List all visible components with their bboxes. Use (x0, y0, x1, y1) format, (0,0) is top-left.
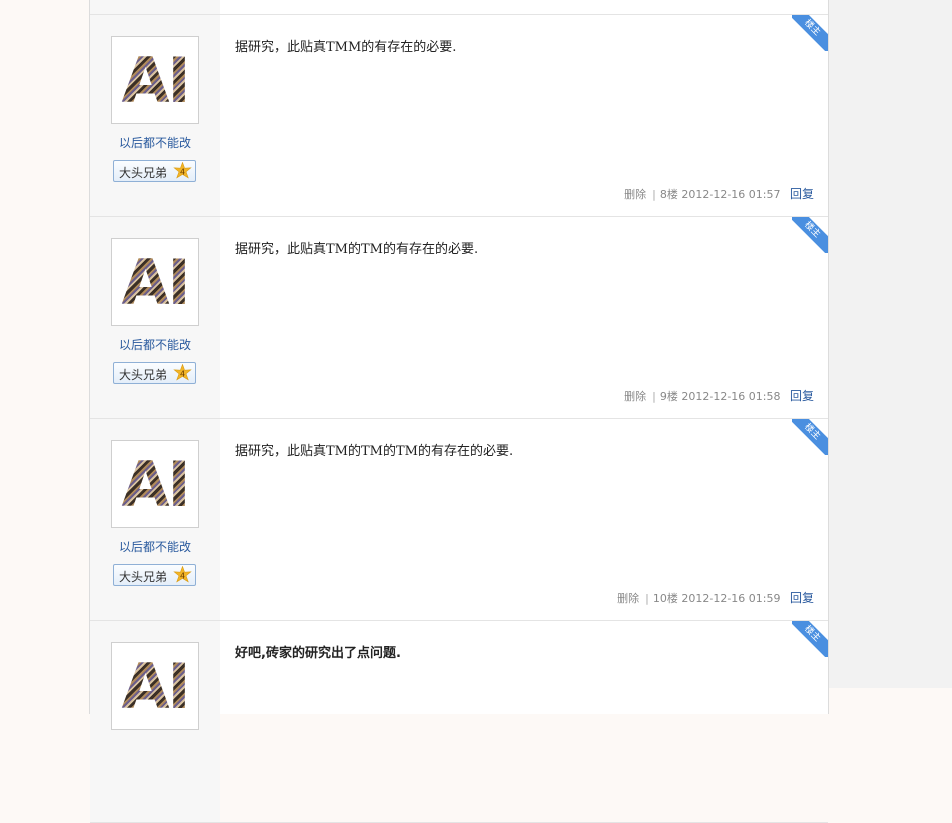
avatar[interactable]: AI (111, 642, 199, 730)
post-time: 2012-12-16 01:58 (681, 390, 781, 403)
post-footer: 删除 | 10楼 2012-12-16 01:59 回复 (617, 589, 814, 606)
delete-link[interactable]: 删除 (624, 390, 646, 403)
post-content: 据研究，此贴真TMM的有存在的必要. (235, 40, 457, 55)
op-badge-label: 楼主 (792, 419, 828, 455)
post-footer: 删除 | 8楼 2012-12-16 01:57 回复 (624, 185, 814, 202)
avatar-image: AI (115, 444, 195, 524)
op-badge-label: 楼主 (792, 621, 828, 657)
avatar-image: AI (115, 646, 195, 726)
reply-link[interactable]: 回复 (790, 389, 814, 403)
page-right-background (829, 0, 952, 688)
rank-badge[interactable]: 大头兄弟 4 (113, 564, 196, 586)
post: AI 好吧,砖家的研究出了点问题. 楼主 (90, 621, 828, 823)
floor-number: 9楼 (659, 390, 678, 403)
username-link[interactable]: 以后都不能改 (90, 538, 220, 555)
username-link[interactable]: 以后都不能改 (90, 134, 220, 151)
star-icon: 4 (173, 162, 192, 181)
username-link[interactable]: 以后都不能改 (90, 336, 220, 353)
footer-separator: | (645, 592, 649, 605)
reply-link[interactable]: 回复 (790, 591, 814, 605)
previous-post-tail (90, 0, 828, 15)
post: AI 以后都不能改 大头兄弟 4 据研究，此贴真TM的TM的有存在的必要. 删除… (90, 217, 828, 419)
floor-number: 8楼 (659, 188, 678, 201)
op-badge-label: 楼主 (792, 217, 828, 253)
rank-badge[interactable]: 大头兄弟 4 (113, 160, 196, 182)
avatar[interactable]: AI (111, 36, 199, 124)
post: AI 以后都不能改 大头兄弟 4 据研究，此贴真TM的TM的TM的有存在的必要.… (90, 419, 828, 621)
reply-link[interactable]: 回复 (790, 187, 814, 201)
rank-title: 大头兄弟 (119, 166, 168, 180)
rank-level: 4 (180, 572, 185, 581)
rank-level: 4 (180, 168, 185, 177)
post-content: 好吧,砖家的研究出了点问题. (235, 646, 401, 661)
footer-separator: | (652, 390, 656, 403)
avatar-image: AI (115, 242, 195, 322)
post-thread: AI 以后都不能改 大头兄弟 4 据研究，此贴真TMM的有存在的必要. 删除 | 8… (89, 0, 829, 823)
post-time: 2012-12-16 01:59 (681, 592, 781, 605)
op-corner-badge: 楼主 (792, 419, 828, 455)
post-content: 据研究，此贴真TM的TM的有存在的必要. (235, 242, 479, 257)
post-footer: 删除 | 9楼 2012-12-16 01:58 回复 (624, 387, 814, 404)
op-corner-badge: 楼主 (792, 217, 828, 253)
avatar-image: AI (115, 40, 195, 120)
post: AI 以后都不能改 大头兄弟 4 据研究，此贴真TMM的有存在的必要. 删除 | 8… (90, 15, 828, 217)
post-time: 2012-12-16 01:57 (681, 188, 781, 201)
op-corner-badge: 楼主 (792, 621, 828, 657)
rank-title: 大头兄弟 (119, 570, 168, 584)
footer-separator: | (652, 188, 656, 201)
previous-post-sidebar (90, 0, 220, 14)
op-badge-label: 楼主 (792, 15, 828, 51)
star-icon: 4 (173, 364, 192, 383)
floor-number: 10楼 (652, 592, 678, 605)
delete-link[interactable]: 删除 (624, 188, 646, 201)
op-corner-badge: 楼主 (792, 15, 828, 51)
post-content: 据研究，此贴真TM的TM的TM的有存在的必要. (235, 444, 514, 459)
rank-title: 大头兄弟 (119, 368, 168, 382)
rank-badge[interactable]: 大头兄弟 4 (113, 362, 196, 384)
star-icon: 4 (173, 566, 192, 585)
rank-level: 4 (180, 370, 185, 379)
delete-link[interactable]: 删除 (617, 592, 639, 605)
avatar[interactable]: AI (111, 440, 199, 528)
avatar[interactable]: AI (111, 238, 199, 326)
